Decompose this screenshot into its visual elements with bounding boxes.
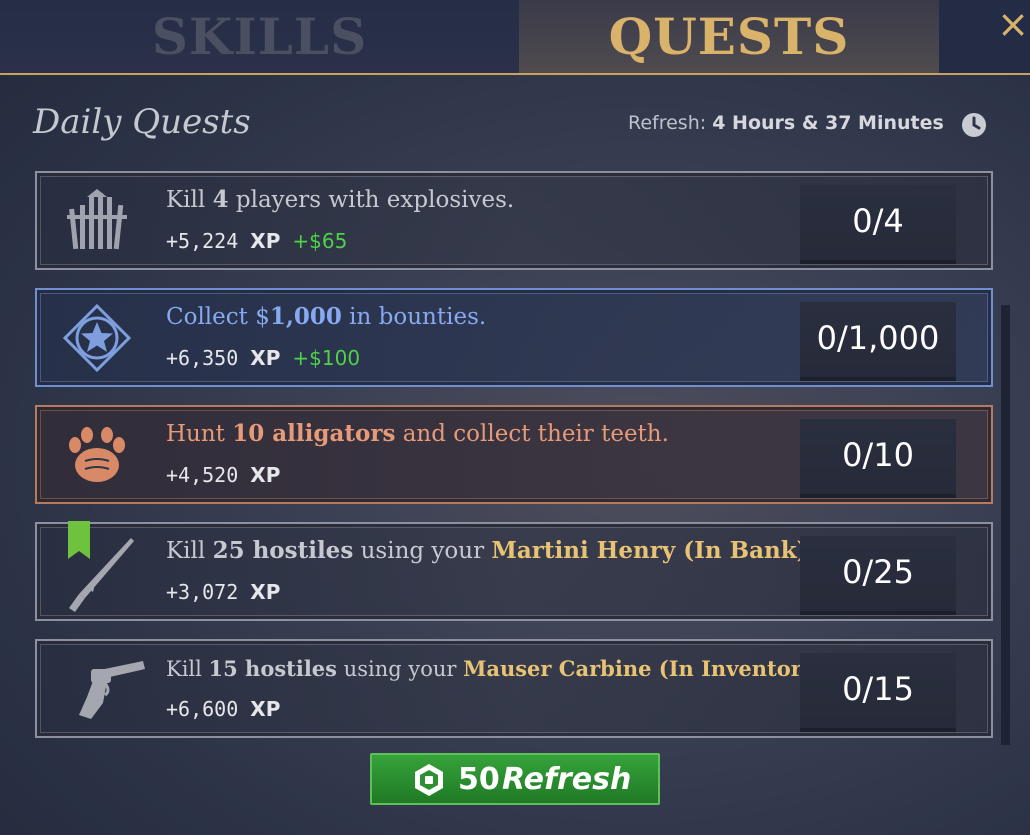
xp-label: XP bbox=[250, 580, 281, 604]
tab-skills[interactable]: SKILLS bbox=[0, 0, 519, 73]
clock-icon bbox=[962, 113, 986, 137]
quest-description: Kill 25 hostiles using your Martini Henr… bbox=[166, 537, 815, 564]
quest-description: Kill 15 hostiles using your Mauser Carbi… bbox=[166, 656, 831, 681]
quest-row[interactable]: Kill 25 hostiles using your Martini Henr… bbox=[35, 522, 993, 621]
quest-description: Kill 4 players with explosives. bbox=[166, 186, 514, 213]
quest-progress: 0/10 bbox=[800, 419, 956, 498]
weapon-name: Mauser Carbine (In Inventory) bbox=[463, 656, 824, 681]
quest-text-segment: using your bbox=[337, 657, 464, 681]
xp-amount: +6,600 bbox=[166, 697, 239, 721]
quest-reward: +3,072 XP bbox=[166, 580, 280, 604]
quest-text-highlight: 15 hostiles bbox=[208, 656, 337, 681]
money-reward: +$100 bbox=[292, 346, 361, 370]
quest-text-highlight: 4 bbox=[212, 186, 229, 213]
robux-icon bbox=[415, 764, 443, 796]
xp-amount: +3,072 bbox=[166, 580, 239, 604]
close-button[interactable]: × bbox=[996, 4, 1030, 44]
xp-amount: +6,350 bbox=[166, 346, 239, 370]
bookmark-icon bbox=[68, 521, 90, 559]
tab-bar: SKILLS QUESTS × bbox=[0, 0, 1030, 75]
fence-explosives-icon bbox=[67, 189, 127, 250]
quest-text-segment: players with explosives. bbox=[228, 187, 515, 213]
xp-amount: +5,224 bbox=[166, 229, 239, 253]
xp-amount: +4,520 bbox=[166, 463, 239, 487]
tab-underline bbox=[0, 73, 1030, 75]
quest-text-segment: using your bbox=[353, 538, 492, 564]
quest-reward: +6,600 XP bbox=[166, 697, 280, 721]
money-reward: +$65 bbox=[292, 229, 348, 253]
quest-text-segment: Collect $ bbox=[166, 304, 270, 330]
quest-text-highlight: 1,000 bbox=[269, 303, 342, 330]
xp-label: XP bbox=[250, 346, 281, 370]
quest-text-segment: Hunt bbox=[166, 421, 233, 447]
quest-progress: 0/15 bbox=[800, 653, 956, 732]
quest-text-segment: in bounties. bbox=[341, 304, 487, 330]
weapon-name: Martini Henry (In Bank) bbox=[491, 537, 808, 564]
quest-text-segment: and collect their teeth. bbox=[395, 421, 669, 447]
quest-text-segment: Kill bbox=[166, 187, 213, 213]
quest-panel: SKILLS QUESTS × Daily Quests Refresh: 4 … bbox=[0, 0, 1030, 835]
quest-reward: +5,224 XP +$65 bbox=[166, 229, 347, 253]
refresh-timer: Refresh: 4 Hours & 37 Minutes bbox=[628, 112, 944, 134]
quest-description: Hunt 10 alligators and collect their tee… bbox=[166, 420, 669, 447]
quest-text-segment: Kill bbox=[166, 538, 213, 564]
refresh-cost: 50 bbox=[458, 762, 500, 797]
quest-row[interactable]: Hunt 10 alligators and collect their tee… bbox=[35, 405, 993, 504]
revolver-icon bbox=[79, 661, 145, 719]
quest-row[interactable]: Collect $1,000 in bounties. +6,350 XP +$… bbox=[35, 288, 993, 387]
quest-text-segment: Kill bbox=[166, 657, 209, 681]
quest-row[interactable]: Kill 15 hostiles using your Mauser Carbi… bbox=[35, 639, 993, 738]
refresh-label: Refresh: bbox=[628, 112, 707, 134]
quest-text-highlight: 25 hostiles bbox=[212, 537, 354, 564]
scrollbar[interactable] bbox=[1001, 305, 1010, 745]
xp-label: XP bbox=[250, 229, 281, 253]
page-title: Daily Quests bbox=[33, 102, 251, 142]
claw-paw-icon bbox=[69, 427, 125, 482]
xp-label: XP bbox=[250, 463, 281, 487]
quest-row[interactable]: Kill 4 players with explosives. +5,224 X… bbox=[35, 171, 993, 270]
quest-text-highlight: 10 alligators bbox=[232, 420, 396, 447]
quest-progress: 0/1,000 bbox=[800, 302, 956, 381]
quest-progress: 0/25 bbox=[800, 536, 956, 615]
sheriff-star-badge-icon bbox=[63, 304, 131, 372]
refresh-label: Refresh bbox=[502, 762, 632, 797]
quest-description: Collect $1,000 in bounties. bbox=[166, 303, 486, 330]
quest-progress: 0/4 bbox=[800, 185, 956, 264]
refresh-time: 4 Hours & 37 Minutes bbox=[712, 112, 944, 134]
quest-reward: +6,350 XP +$100 bbox=[166, 346, 360, 370]
tab-quests[interactable]: QUESTS bbox=[519, 0, 939, 73]
quest-reward: +4,520 XP bbox=[166, 463, 280, 487]
refresh-quests-button[interactable]: 50 Refresh bbox=[370, 753, 660, 805]
xp-label: XP bbox=[250, 697, 281, 721]
